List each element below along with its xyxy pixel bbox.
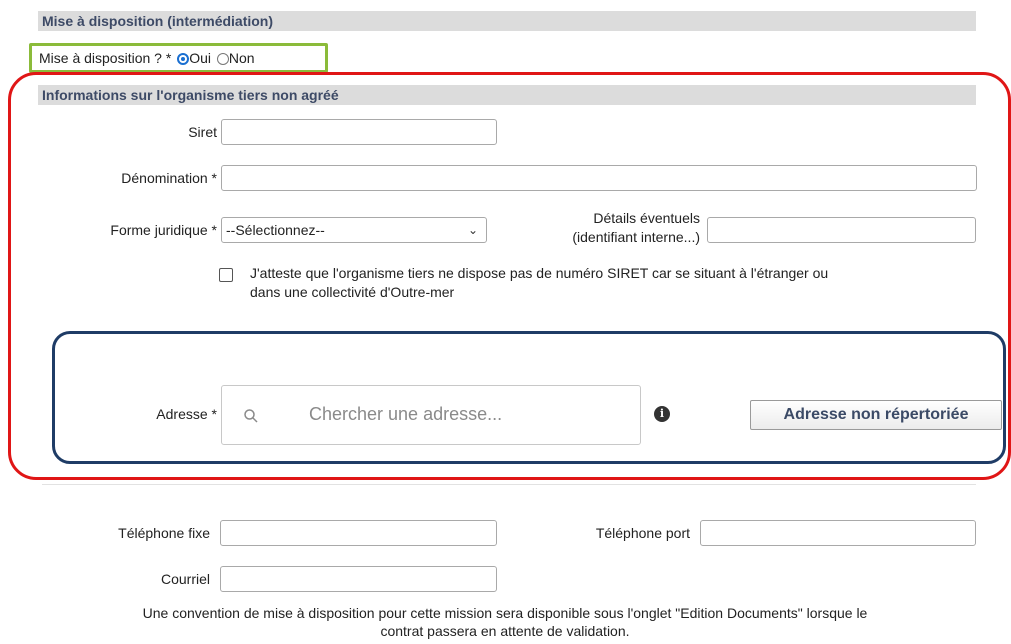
attest-checkbox[interactable] <box>219 268 233 282</box>
radio-non-label[interactable]: Non <box>229 50 255 66</box>
details-label-line2: (identifiant interne...) <box>572 229 700 245</box>
telephone-fixe-label: Téléphone fixe <box>118 525 210 541</box>
siret-label: Siret <box>188 124 217 140</box>
divider <box>42 484 976 485</box>
adresse-non-repertoriee-button[interactable]: Adresse non répertoriée <box>750 400 1002 430</box>
mise-a-disposition-question: Mise à disposition ? * Oui Non <box>39 50 255 66</box>
telephone-port-label: Téléphone port <box>595 525 690 541</box>
adresse-label: Adresse * <box>156 406 217 422</box>
footer-note: Une convention de mise à disposition pou… <box>30 604 980 640</box>
radio-oui-label[interactable]: Oui <box>189 50 211 66</box>
telephone-port-input[interactable] <box>700 520 976 546</box>
attest-text: J'atteste que l'organisme tiers ne dispo… <box>250 264 980 302</box>
telephone-fixe-input[interactable] <box>220 520 497 546</box>
forme-juridique-label: Forme juridique * <box>110 222 217 238</box>
mise-a-disposition-label: Mise à disposition ? * <box>39 50 172 66</box>
footer-note-line2: contrat passera en attente de validation… <box>380 623 630 639</box>
footer-note-line1: Une convention de mise à disposition pou… <box>142 605 868 621</box>
details-label: Détails éventuels (identifiant interne..… <box>540 209 700 247</box>
info-icon[interactable]: i <box>654 406 670 422</box>
search-icon <box>244 409 258 423</box>
details-input[interactable] <box>707 217 976 243</box>
chevron-down-icon: ⌄ <box>467 223 478 237</box>
forme-juridique-select[interactable]: --Sélectionnez-- ⌄ <box>221 217 487 243</box>
radio-oui[interactable] <box>177 53 190 65</box>
section-header-mise-a-disposition: Mise à disposition (intermédiation) <box>38 11 976 31</box>
adresse-placeholder: Chercher une adresse... <box>309 404 503 424</box>
denomination-label: Dénomination * <box>121 170 217 186</box>
denomination-input[interactable] <box>221 165 977 191</box>
adresse-search[interactable]: Chercher une adresse... <box>221 385 641 445</box>
details-label-line1: Détails éventuels <box>593 210 700 226</box>
attest-text-line2: dans une collectivité d'Outre-mer <box>250 284 455 300</box>
forme-juridique-selected: --Sélectionnez-- <box>226 222 325 238</box>
courriel-label: Courriel <box>160 571 210 587</box>
siret-input[interactable] <box>221 119 497 145</box>
radio-non[interactable] <box>216 53 229 65</box>
attest-text-line1: J'atteste que l'organisme tiers ne dispo… <box>250 265 829 281</box>
courriel-input[interactable] <box>220 566 497 592</box>
